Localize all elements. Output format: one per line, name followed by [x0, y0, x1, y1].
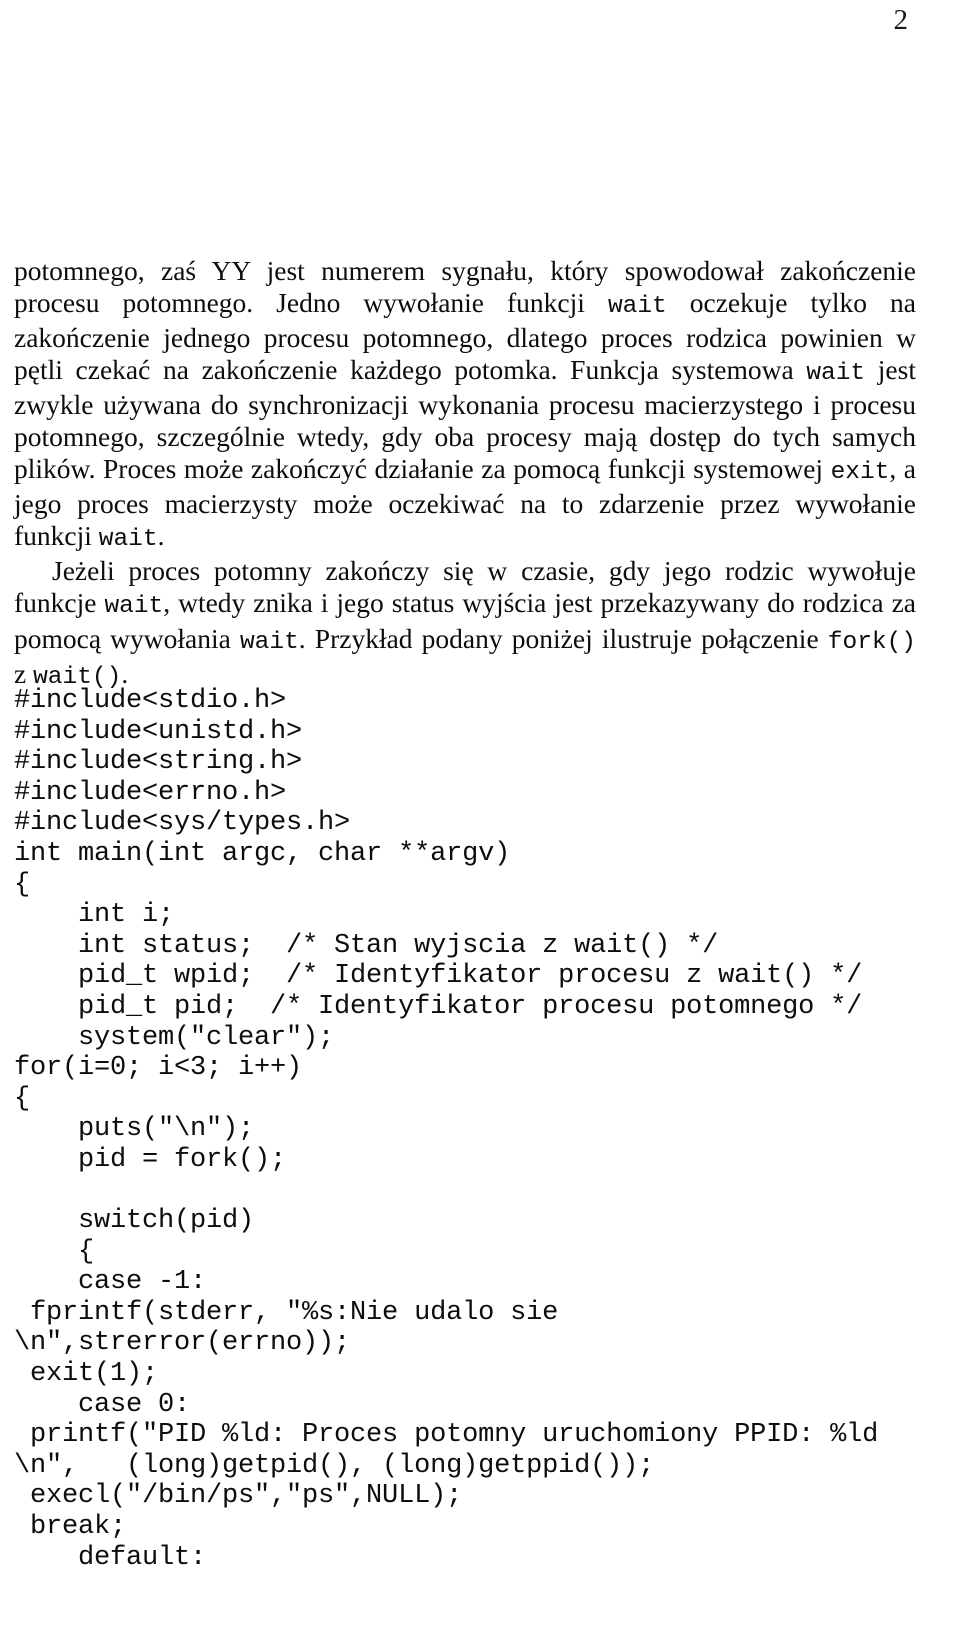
code-line: break; — [14, 1512, 127, 1543]
code-line: default: — [14, 1542, 207, 1573]
code-line: int status; /* Stan wyjscia z wait() */ — [14, 930, 719, 961]
code-line: case 0: — [14, 1389, 191, 1420]
code-line: #include<sys/types.h> — [14, 808, 351, 839]
code-line: pid_t wpid; /* Identyfikator procesu z w… — [14, 961, 863, 992]
text-run: . — [157, 519, 165, 551]
code-line: { — [14, 1083, 31, 1114]
text-run: z — [14, 658, 34, 690]
inline-code: wait — [104, 592, 164, 620]
code-line: #include<unistd.h> — [14, 716, 303, 747]
code-line: #include<stdio.h> — [14, 686, 287, 716]
text-run: . — [121, 658, 129, 690]
inline-code: wait — [239, 628, 299, 656]
text-run: . Przykład podany poniżej ilustruje połą… — [298, 622, 828, 654]
document-page: 2 potomnego, zaś YY jest numerem sygnału… — [0, 0, 960, 1648]
code-line: \n", (long)getpid(), (long)getppid()); — [14, 1450, 655, 1481]
code-line: fprintf(stderr, "%s:Nie udalo sie — [14, 1297, 559, 1328]
code-line: int i; — [14, 900, 175, 931]
code-line: printf("PID %ld: Proces potomny uruchomi… — [14, 1420, 879, 1451]
inline-code: wait — [607, 292, 667, 320]
code-line: system("clear"); — [14, 1022, 335, 1053]
inline-code: fork() — [827, 628, 917, 656]
inline-code: exit — [830, 458, 890, 486]
inline-code: wait — [98, 525, 158, 553]
code-listing: #include<stdio.h> #include<unistd.h> #incl… — [14, 686, 944, 1573]
code-line: int main(int argc, char **argv) — [14, 838, 511, 869]
code-line: exit(1); — [14, 1359, 159, 1390]
para-child-exit: Jeżeli proces potomny zakończy się w cza… — [14, 555, 916, 693]
code-line: execl("/bin/ps","ps",NULL); — [14, 1481, 463, 1512]
code-line: switch(pid) — [14, 1206, 255, 1237]
body-text-block: potomnego, zaś YY jest numerem sygnału, … — [14, 255, 916, 694]
code-line: pid_t pid; /* Identyfikator procesu poto… — [14, 991, 863, 1022]
code-line: { — [14, 869, 31, 900]
code-line: #include<string.h> — [14, 747, 303, 778]
code-line: \n",strerror(errno)); — [14, 1328, 351, 1359]
code-line: { — [14, 1236, 95, 1267]
code-line: pid = fork(); — [14, 1144, 287, 1175]
code-line: #include<errno.h> — [14, 777, 287, 808]
page-number: 2 — [893, 4, 909, 36]
para-wait-description: potomnego, zaś YY jest numerem sygnału, … — [14, 255, 916, 555]
code-line: case -1: — [14, 1267, 207, 1298]
code-line: for(i=0; i<3; i++) — [14, 1053, 303, 1084]
inline-code: wait — [806, 359, 866, 387]
code-line: puts("\n"); — [14, 1114, 255, 1145]
